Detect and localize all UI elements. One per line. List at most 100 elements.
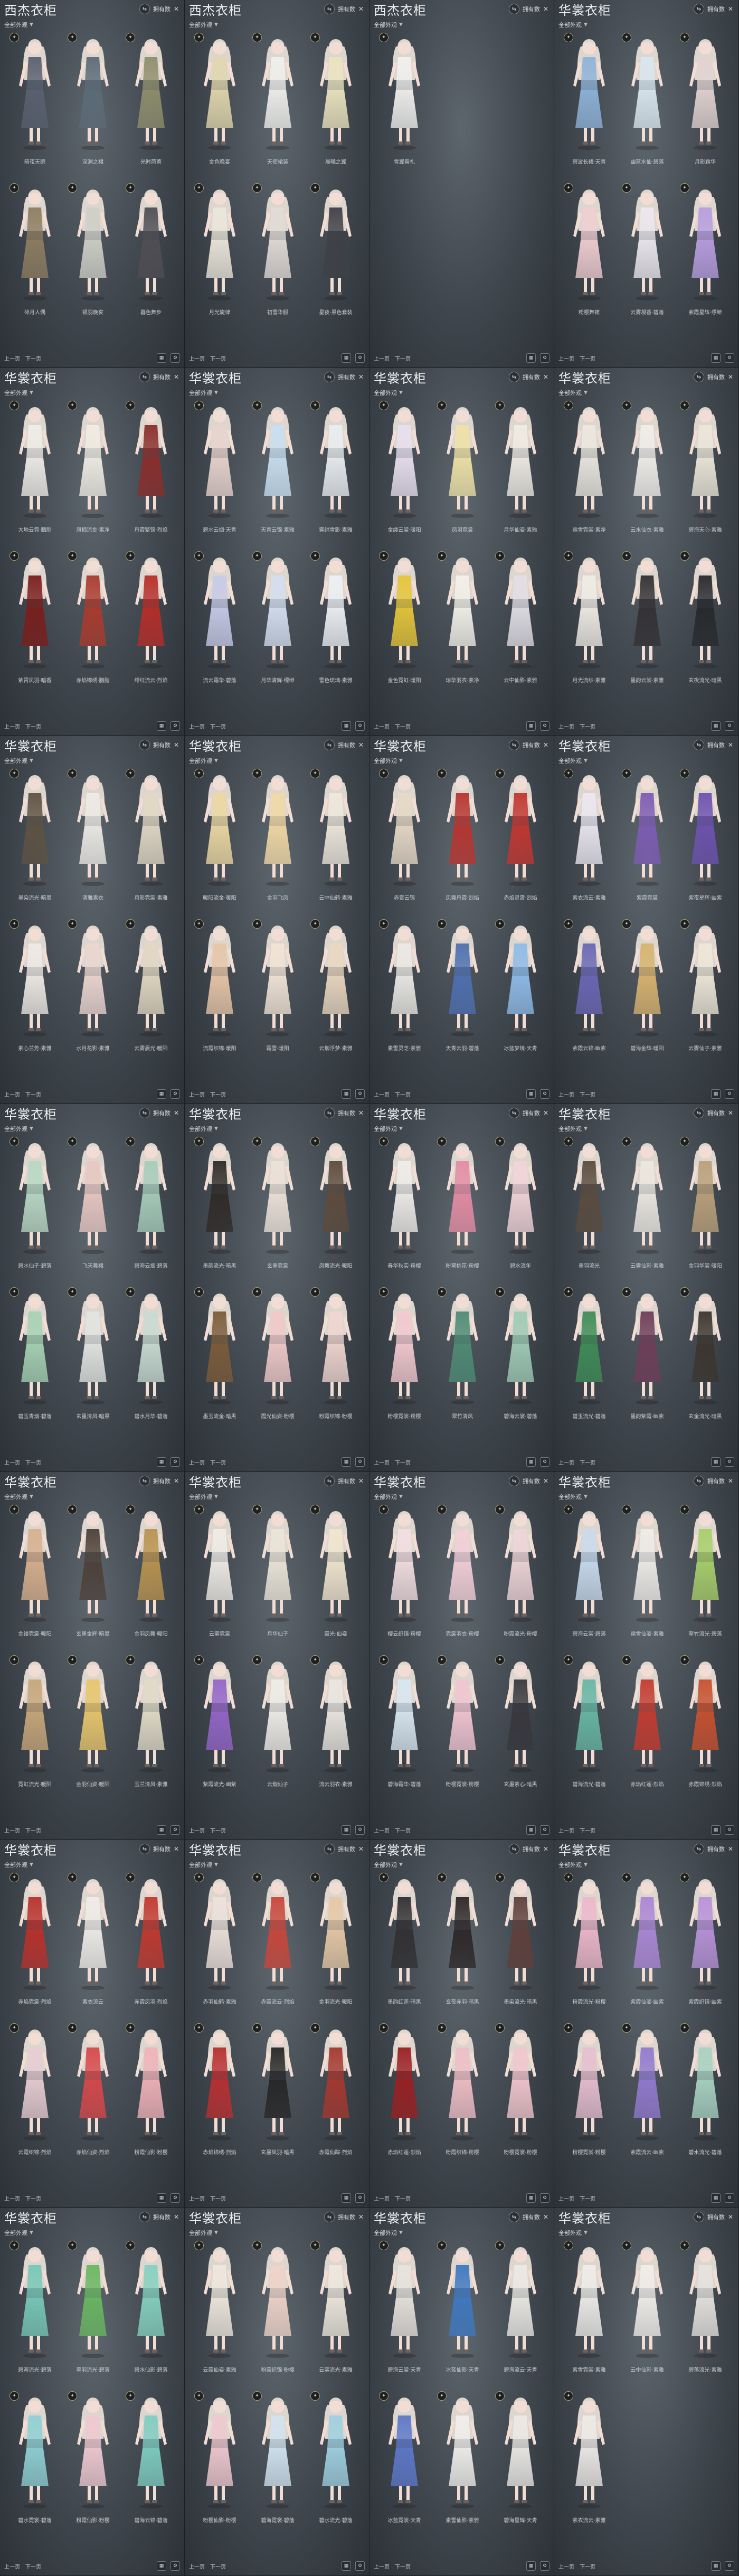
- next-page-link[interactable]: 下一页: [395, 722, 411, 730]
- outfit-card[interactable]: ✦ 琼华羽衣·素净: [436, 550, 489, 693]
- grid-view-icon[interactable]: ▦: [711, 1825, 721, 1835]
- prev-page-link[interactable]: 上一页: [4, 2194, 20, 2202]
- outfit-card[interactable]: ✦ 碧海流光·碧落: [563, 1654, 615, 1797]
- outfit-card[interactable]: ✦ 流霞织锦·暖阳: [193, 918, 246, 1061]
- switch-icon[interactable]: ⇆: [508, 372, 519, 382]
- settings-icon[interactable]: ⚙: [540, 2193, 549, 2203]
- outfit-card[interactable]: ✦ 碧海流光·碧落: [8, 2240, 61, 2382]
- close-icon[interactable]: ✕: [728, 1109, 733, 1117]
- outfit-card[interactable]: ✦ 月影霜华: [679, 32, 732, 174]
- close-icon[interactable]: ✕: [728, 1845, 733, 1853]
- close-icon[interactable]: ✕: [728, 2213, 733, 2221]
- settings-icon[interactable]: ⚙: [540, 353, 549, 363]
- outfit-card[interactable]: ✦ 碧玉青烟·碧落: [8, 1286, 61, 1429]
- settings-icon[interactable]: ⚙: [355, 1825, 365, 1835]
- close-icon[interactable]: ✕: [543, 2213, 548, 2221]
- grid-view-icon[interactable]: ▦: [342, 2561, 351, 2571]
- outfit-card[interactable]: ✦ 墨玉流金·暗黑: [193, 1286, 246, 1429]
- switch-icon[interactable]: ⇆: [693, 2212, 704, 2222]
- outfit-card[interactable]: ✦ 玄夜赤羽·暗黑: [436, 1872, 489, 2014]
- next-page-link[interactable]: 下一页: [395, 1826, 411, 1834]
- next-page-link[interactable]: 下一页: [395, 354, 411, 362]
- switch-icon[interactable]: ⇆: [324, 1108, 335, 1118]
- next-page-link[interactable]: 下一页: [395, 2562, 411, 2570]
- outfit-card[interactable]: ✦ 粉霞仙影·粉樱: [67, 2390, 119, 2533]
- outfit-card[interactable]: ✦ 碧海云裳·天青: [378, 2240, 431, 2382]
- outfit-card[interactable]: ✦ 冰蓝霓裳·天青: [378, 2390, 431, 2533]
- outfit-card[interactable]: ✦ 紫霞流光·幽紫: [193, 1654, 246, 1797]
- grid-view-icon[interactable]: ▦: [526, 2193, 536, 2203]
- outfit-card[interactable]: ✦ 赤焰锦绣·烈焰: [193, 2022, 246, 2165]
- outfit-card[interactable]: ✦ 云烟仙子: [251, 1654, 304, 1797]
- switch-icon[interactable]: ⇆: [508, 1476, 519, 1486]
- close-icon[interactable]: ✕: [543, 5, 548, 13]
- settings-icon[interactable]: ⚙: [540, 1089, 549, 1099]
- outfit-card[interactable]: ✦ 粉樱舞裙: [563, 182, 615, 325]
- next-page-link[interactable]: 下一页: [395, 2194, 411, 2202]
- close-icon[interactable]: ✕: [358, 1109, 364, 1117]
- prev-page-link[interactable]: 上一页: [558, 722, 574, 730]
- close-icon[interactable]: ✕: [543, 373, 548, 381]
- outfit-card[interactable]: ✦ 冰蓝仙影·天青: [436, 2240, 489, 2382]
- outfit-card[interactable]: ✦ 月影霓裳·素雅: [125, 768, 177, 910]
- outfit-card[interactable]: ✦ 水月花影·素雅: [67, 918, 119, 1061]
- switch-icon[interactable]: ⇆: [139, 2212, 150, 2222]
- outfit-card[interactable]: ✦ 天青云锦·素雅: [251, 400, 304, 542]
- filter-dropdown[interactable]: 全部外观 ▼: [374, 20, 437, 30]
- grid-view-icon[interactable]: ▦: [157, 1089, 166, 1099]
- switch-icon[interactable]: ⇆: [324, 740, 335, 750]
- settings-icon[interactable]: ⚙: [540, 1457, 549, 1467]
- close-icon[interactable]: ✕: [174, 741, 179, 749]
- outfit-card[interactable]: ✦ 碧玉流光·碧落: [563, 1286, 615, 1429]
- prev-page-link[interactable]: 上一页: [4, 1090, 20, 1098]
- grid-view-icon[interactable]: ▦: [711, 2561, 721, 2571]
- close-icon[interactable]: ✕: [358, 373, 364, 381]
- grid-view-icon[interactable]: ▦: [157, 1825, 166, 1835]
- grid-view-icon[interactable]: ▦: [342, 353, 351, 363]
- settings-icon[interactable]: ⚙: [725, 1825, 734, 1835]
- close-icon[interactable]: ✕: [728, 741, 733, 749]
- outfit-card[interactable]: ✦ 云雾仙子·素雅: [679, 918, 732, 1061]
- close-icon[interactable]: ✕: [174, 1477, 179, 1485]
- next-page-link[interactable]: 下一页: [395, 1458, 411, 1466]
- outfit-card[interactable]: ✦ 赤霞凤羽·烈焰: [125, 1872, 177, 2014]
- switch-icon[interactable]: ⇆: [324, 1476, 335, 1486]
- next-page-link[interactable]: 下一页: [25, 722, 41, 730]
- outfit-card[interactable]: ✦ 暖阳流金·暖阳: [193, 768, 246, 910]
- outfit-card[interactable]: ✦ 粉霞织锦·粉樱: [251, 2240, 304, 2382]
- filter-dropdown[interactable]: 全部外观 ▼: [4, 1492, 68, 1502]
- switch-icon[interactable]: ⇆: [693, 1476, 704, 1486]
- settings-icon[interactable]: ⚙: [170, 353, 180, 363]
- outfit-card[interactable]: ✦ 凤舞流光·暖阳: [309, 1136, 362, 1278]
- outfit-card[interactable]: ✦ 粉樱霓裳·粉樱: [378, 1286, 431, 1429]
- outfit-card[interactable]: ✦ 翠羽流光·碧落: [67, 2240, 119, 2382]
- outfit-card[interactable]: ✦ 紫霞星辉·缥缈: [679, 182, 732, 325]
- outfit-card[interactable]: ✦ 碧水流光·碧落: [679, 2022, 732, 2165]
- outfit-card[interactable]: ✦ 云雾凝香·碧落: [621, 182, 674, 325]
- close-icon[interactable]: ✕: [358, 1477, 364, 1485]
- outfit-card[interactable]: ✦ 玄墨金辉·暗黑: [67, 1504, 119, 1646]
- grid-view-icon[interactable]: ▦: [342, 721, 351, 731]
- filter-dropdown[interactable]: 全部外观 ▼: [4, 756, 68, 766]
- outfit-card[interactable]: ✦ 银羽晚宴: [67, 182, 119, 325]
- outfit-card[interactable]: ✦ 金羽流光·暖阳: [309, 1872, 362, 2014]
- close-icon[interactable]: ✕: [174, 373, 179, 381]
- filter-dropdown[interactable]: 全部外观 ▼: [558, 1860, 622, 1870]
- close-icon[interactable]: ✕: [358, 5, 364, 13]
- close-icon[interactable]: ✕: [358, 1845, 364, 1853]
- outfit-card[interactable]: ✦ 月光流纱·素雅: [563, 550, 615, 693]
- outfit-card[interactable]: ✦ 云烟浮梦·素雅: [309, 918, 362, 1061]
- settings-icon[interactable]: ⚙: [170, 1457, 180, 1467]
- outfit-card[interactable]: ✦ 碧海云烟·碧落: [125, 1136, 177, 1278]
- switch-icon[interactable]: ⇆: [139, 1108, 150, 1118]
- filter-dropdown[interactable]: 全部外观 ▼: [558, 388, 622, 398]
- next-page-link[interactable]: 下一页: [580, 2562, 595, 2570]
- outfit-card[interactable]: ✦ 深渊之裙: [67, 32, 119, 174]
- outfit-card[interactable]: ✦ 碧水月华·碧落: [125, 1286, 177, 1429]
- next-page-link[interactable]: 下一页: [210, 354, 226, 362]
- next-page-link[interactable]: 下一页: [25, 2562, 41, 2570]
- settings-icon[interactable]: ⚙: [725, 1457, 734, 1467]
- outfit-card[interactable]: ✦ 碎月人偶: [8, 182, 61, 325]
- settings-icon[interactable]: ⚙: [170, 2561, 180, 2571]
- grid-view-icon[interactable]: ▦: [526, 2561, 536, 2571]
